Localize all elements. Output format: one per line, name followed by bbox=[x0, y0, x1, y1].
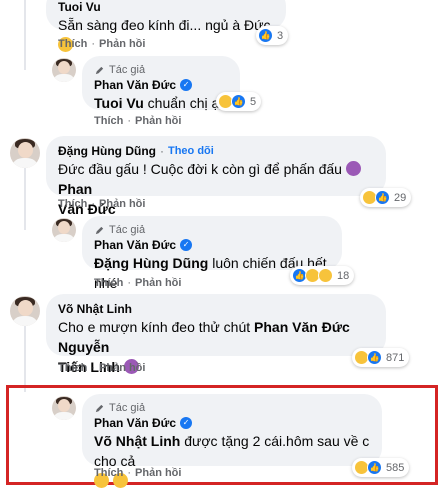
like-button[interactable]: Thích bbox=[94, 277, 123, 289]
commenter-name-link[interactable]: Đặng Hùng Dũng bbox=[58, 143, 156, 159]
author-badge: Tác giả bbox=[94, 223, 330, 237]
reaction-count: 29 bbox=[394, 191, 407, 204]
comment-actions: Thích · Phản hồi bbox=[58, 38, 145, 50]
comment-actions: Thích · Phản hồi bbox=[94, 115, 181, 127]
mention-link[interactable]: Đặng Hùng Dũng bbox=[94, 255, 208, 271]
reaction-count: 18 bbox=[337, 269, 350, 282]
like-reaction-icon: 👍 bbox=[258, 28, 273, 43]
comment-actions: Thích · Phản hồi bbox=[94, 277, 181, 289]
commenter-name[interactable]: Phan Văn Đức ✓ bbox=[94, 77, 228, 93]
smiling-devil-emoji-icon bbox=[345, 161, 361, 176]
reply-button[interactable]: Phản hồi bbox=[99, 198, 145, 210]
reply-button[interactable]: Phản hồi bbox=[135, 115, 181, 127]
verified-badge-icon: ✓ bbox=[180, 79, 193, 91]
commenter-name: Đặng Hùng Dũng · Theo dõi bbox=[58, 143, 374, 159]
mention-link[interactable]: Phan Văn Đức bbox=[254, 319, 350, 335]
like-reaction-icon: 👍 bbox=[231, 94, 246, 109]
comment-actions: Thích · Phản hồi bbox=[58, 198, 145, 210]
thread-line bbox=[24, 322, 26, 392]
comment-bubble: Võ Nhật Linh Cho e mượn kính đeo thử chú… bbox=[46, 294, 386, 375]
separator: · bbox=[91, 38, 96, 50]
reaction-summary[interactable]: 👍 3 bbox=[256, 26, 289, 45]
like-button[interactable]: Thích bbox=[94, 115, 123, 127]
like-button[interactable]: Thích bbox=[94, 467, 123, 479]
reaction-summary[interactable]: 👍 585 bbox=[352, 458, 410, 477]
comment-bubble: Đặng Hùng Dũng · Theo dõi Đức đầu gấu ! … bbox=[46, 136, 386, 217]
follow-button[interactable]: Theo dõi bbox=[168, 143, 214, 159]
reply-button[interactable]: Phản hồi bbox=[135, 467, 181, 479]
mention-link[interactable]: Phan bbox=[58, 181, 92, 197]
reply-button[interactable]: Phản hồi bbox=[135, 277, 181, 289]
commenter-name[interactable]: Phan Văn Đức ✓ bbox=[94, 415, 370, 431]
like-reaction-icon: 👍 bbox=[367, 350, 382, 365]
comment-bubble: Tuoi Vu Sẵn sàng đeo kính đi... ngủ à Đứ… bbox=[46, 0, 286, 52]
verified-badge-icon: ✓ bbox=[180, 417, 193, 429]
reaction-summary[interactable]: 👍 5 bbox=[216, 92, 262, 111]
comment-text: Tuoi Vu chuẩn chị ạ bbox=[94, 95, 220, 111]
wow-reaction-icon bbox=[318, 268, 333, 283]
avatar[interactable] bbox=[52, 58, 76, 82]
author-badge: Tác giả bbox=[94, 63, 228, 77]
avatar[interactable] bbox=[52, 396, 76, 420]
reaction-count: 5 bbox=[250, 95, 257, 108]
separator: · bbox=[127, 277, 132, 289]
verified-badge-icon: ✓ bbox=[180, 239, 193, 251]
author-badge: Tác giả bbox=[94, 401, 370, 415]
reaction-summary[interactable]: 👍 18 bbox=[290, 266, 355, 285]
reply-button[interactable]: Phản hồi bbox=[99, 362, 145, 374]
reaction-count: 3 bbox=[277, 29, 284, 42]
separator: · bbox=[127, 467, 132, 479]
commenter-name[interactable]: Tuoi Vu bbox=[58, 0, 274, 15]
reaction-summary[interactable]: 👍 871 bbox=[352, 348, 410, 367]
thread-line bbox=[24, 160, 26, 230]
separator: · bbox=[91, 198, 96, 210]
like-reaction-icon: 👍 bbox=[367, 460, 382, 475]
comment-actions: Thích · Phản hồi bbox=[58, 362, 145, 374]
like-button[interactable]: Thích bbox=[58, 198, 87, 210]
comment-text: Đức đầu gấu ! Cuộc đời k còn gì để phấn … bbox=[58, 159, 374, 219]
reaction-count: 585 bbox=[386, 461, 405, 474]
separator: · bbox=[159, 144, 164, 158]
avatar[interactable] bbox=[52, 218, 76, 242]
mention-link[interactable]: Tuoi Vu bbox=[94, 95, 144, 111]
avatar[interactable] bbox=[10, 138, 40, 168]
reaction-count: 871 bbox=[386, 351, 405, 364]
separator: · bbox=[91, 362, 96, 374]
mention-link[interactable]: Nguyễn bbox=[58, 339, 109, 355]
thread-line bbox=[24, 0, 26, 70]
reply-button[interactable]: Phản hồi bbox=[99, 38, 145, 50]
like-button[interactable]: Thích bbox=[58, 362, 87, 374]
pen-icon bbox=[95, 66, 104, 74]
commenter-name[interactable]: Phan Văn Đức ✓ bbox=[94, 237, 330, 253]
pen-icon bbox=[95, 404, 104, 412]
separator: · bbox=[127, 115, 132, 127]
comment-bubble: Tác giả Phan Văn Đức ✓ Võ Nhật Linh được… bbox=[82, 394, 382, 488]
comment-actions: Thích · Phản hồi bbox=[94, 467, 181, 479]
comment-text: Võ Nhật Linh được tặng 2 cái.hôm sau về … bbox=[94, 431, 370, 491]
mention-link[interactable]: Võ Nhật Linh bbox=[94, 433, 180, 449]
like-button[interactable]: Thích bbox=[58, 38, 87, 50]
reaction-summary[interactable]: 👍 29 bbox=[360, 188, 412, 207]
like-reaction-icon: 👍 bbox=[375, 190, 390, 205]
comment-bubble: Tác giả Phan Văn Đức ✓ Đặng Hùng Dũng lu… bbox=[82, 216, 342, 291]
pen-icon bbox=[95, 226, 104, 234]
avatar[interactable] bbox=[10, 296, 40, 326]
commenter-name[interactable]: Võ Nhật Linh bbox=[58, 301, 374, 317]
